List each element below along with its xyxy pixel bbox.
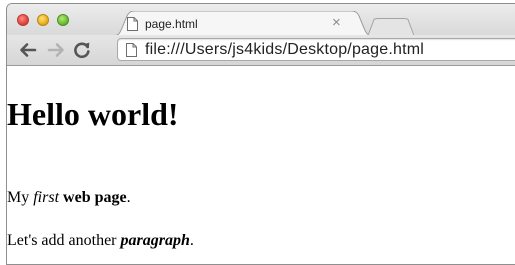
page-content: Hello world! My first web page. Let's ad… xyxy=(0,96,515,257)
page-icon xyxy=(126,43,137,57)
bold-italic-paragraph: paragraph xyxy=(120,232,190,249)
browser-chrome: page.html × file:///Users/js4kids/Deskto… xyxy=(7,4,515,66)
minimize-window-icon[interactable] xyxy=(37,14,49,26)
page-heading: Hello world! xyxy=(7,96,179,132)
address-bar[interactable]: file:///Users/js4kids/Desktop/page.html xyxy=(117,38,515,61)
tab-content: page.html × xyxy=(127,15,361,34)
paragraph-2-period: . xyxy=(189,232,194,249)
paragraph-1-text-a: My xyxy=(7,189,34,206)
emphasis-first: first xyxy=(33,189,60,206)
tab-title: page.html xyxy=(145,17,198,31)
back-button[interactable] xyxy=(17,39,39,61)
paragraph-2-text-a: Let's add another xyxy=(7,232,121,249)
reload-button[interactable] xyxy=(71,39,93,61)
strong-web-page: web page xyxy=(63,189,127,206)
paragraph-1-period: . xyxy=(126,189,131,206)
forward-arrow-icon xyxy=(47,43,64,57)
back-arrow-icon xyxy=(20,43,37,57)
paragraph-2: Let's add another paragraph. xyxy=(7,231,194,250)
strong-paragraph-wrapper: paragraph xyxy=(121,232,190,249)
page-icon xyxy=(127,17,138,31)
url-text: file:///Users/js4kids/Desktop/page.html xyxy=(145,41,425,58)
forward-button[interactable] xyxy=(45,39,67,61)
toolbar: file:///Users/js4kids/Desktop/page.html xyxy=(7,35,515,66)
reload-icon xyxy=(74,42,90,59)
close-window-icon[interactable] xyxy=(17,14,29,26)
new-tab-button[interactable] xyxy=(367,18,415,36)
paragraph-1: My first web page. xyxy=(7,188,131,207)
tab-close-icon[interactable]: × xyxy=(332,15,341,31)
tab-strip: page.html × xyxy=(7,4,515,36)
zoom-window-icon[interactable] xyxy=(57,14,69,26)
